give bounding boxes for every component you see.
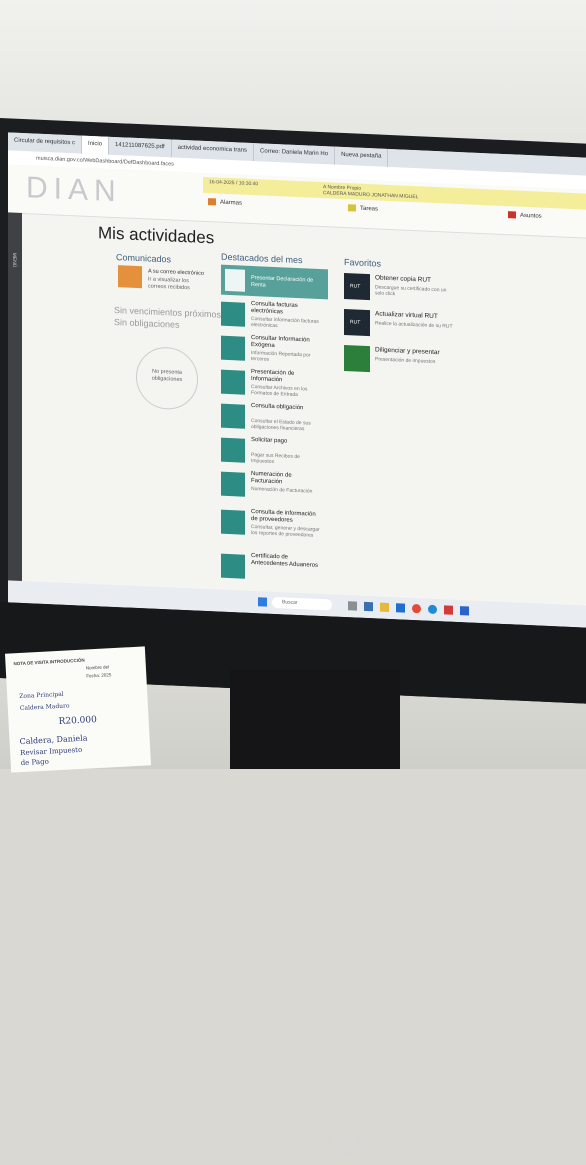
mail-sub: Ir a visualizar los correos recibidos [148,276,190,292]
providers-icon [221,509,245,535]
favorito-item[interactable]: Diligenciar y presentar Presentación de i… [344,343,454,380]
taskbar-search[interactable]: Buscar [272,596,332,611]
handwritten-note: Zona Principal [19,690,64,701]
handwritten-note: de Pago [20,757,50,768]
obligaciones-text: Sin obligaciones [114,316,180,330]
destacado-item[interactable]: Certificado de Antecedentes Aduaneros [221,552,321,586]
side-menu[interactable]: MENÚ [8,212,22,603]
windows-start-icon[interactable] [258,597,267,607]
invoice-number-icon [221,471,245,497]
favorito-item[interactable]: RUT Obtener copia RUT Descargue su certifi… [344,271,454,308]
handwritten-note: Caldera, Daniela [19,733,88,747]
destacado-item[interactable]: Numeración de Facturación Numeración de F… [221,470,321,504]
word-icon[interactable] [460,606,469,616]
alarm-icon [208,198,216,206]
side-menu-label: MENÚ [11,252,17,268]
store-icon[interactable] [396,603,405,613]
paper-form: NOTA DE VISITA INTRODUCCIÓN Nombre del F… [4,646,152,773]
document-icon [225,268,245,292]
dian-logo: DIAN [26,171,122,209]
file-explorer-icon[interactable] [380,602,389,612]
paper-field: Fecha: 2025 [86,672,112,679]
featured-renta-button[interactable]: Presentar Declaración de Renta [221,264,328,300]
paper-field: Nombre del [85,664,110,671]
handwritten-note: Caldera Maduro [19,702,70,713]
comunicados-title: Comunicados [116,252,172,265]
destacado-item[interactable]: Consulta de información de proveedores Co… [221,508,321,542]
rut-icon: RUT [344,273,370,301]
circle-text: No presenta obligaciones [151,368,183,383]
handwritten-note: Revisar Impuesto [19,745,83,758]
tax-form-icon [344,345,370,373]
browser-tab[interactable]: Nueva pestaña [335,146,389,167]
invoice-icon [221,301,245,327]
edge-icon[interactable] [428,604,437,615]
destacado-item[interactable]: Consulta facturas electrónicas Consultar … [221,300,321,334]
house-icon [221,369,245,395]
destacado-item[interactable]: Consultar Información Exógena Información… [221,334,321,368]
folder-icon [508,211,516,219]
people-icon [221,335,245,361]
monitor-stand [230,670,400,769]
rut-icon: RUT [344,309,370,337]
destacado-item[interactable]: Consulta obligación Consultar el Estado d… [221,402,321,436]
nav-tareas[interactable]: Tareas [348,204,378,213]
user-name: CALDERA MADURO JONATHAN MIGUEL [323,190,419,201]
handwritten-note: R20.000 [58,715,98,728]
list-icon [221,403,245,429]
monitor-screen: Circular de requisitos c Inicio 1412110876… [8,132,586,628]
destacados-title: Destacados del mes [221,251,303,266]
destacado-item[interactable]: Presentación de Información Consultar Arc… [221,368,321,402]
widgets-icon[interactable] [348,601,357,611]
session-date: 16-04-2025 / 10:30:40 [209,179,259,188]
monitor: Circular de requisitos c Inicio 1412110876… [0,118,586,1155]
payment-icon [221,437,245,463]
nav-alarmas[interactable]: Alarmas [208,198,242,207]
paper-heading: NOTA DE VISITA INTRODUCCIÓN [13,657,85,667]
hp-logo: hp [328,1121,360,1155]
browser-tab-active[interactable]: Inicio [82,135,110,155]
tasks-icon [348,204,356,212]
featured-label: Presentar Declaración de Renta [251,274,314,289]
nav-asuntos[interactable]: Asuntos [508,211,542,220]
certificate-icon [221,553,245,579]
favorito-item[interactable]: RUT Actualizar virtual RUT Realice la actu… [344,307,454,344]
chrome-icon[interactable] [412,603,421,614]
mail-icon[interactable] [118,265,142,289]
destacado-item[interactable]: Solicitar pago Pagar sus Recibos de Impue… [221,436,321,470]
task-view-icon[interactable] [364,601,373,612]
favoritos-title: Favoritos [344,257,382,269]
app-icon[interactable] [444,605,453,615]
page-title: Mis actividades [98,223,215,248]
